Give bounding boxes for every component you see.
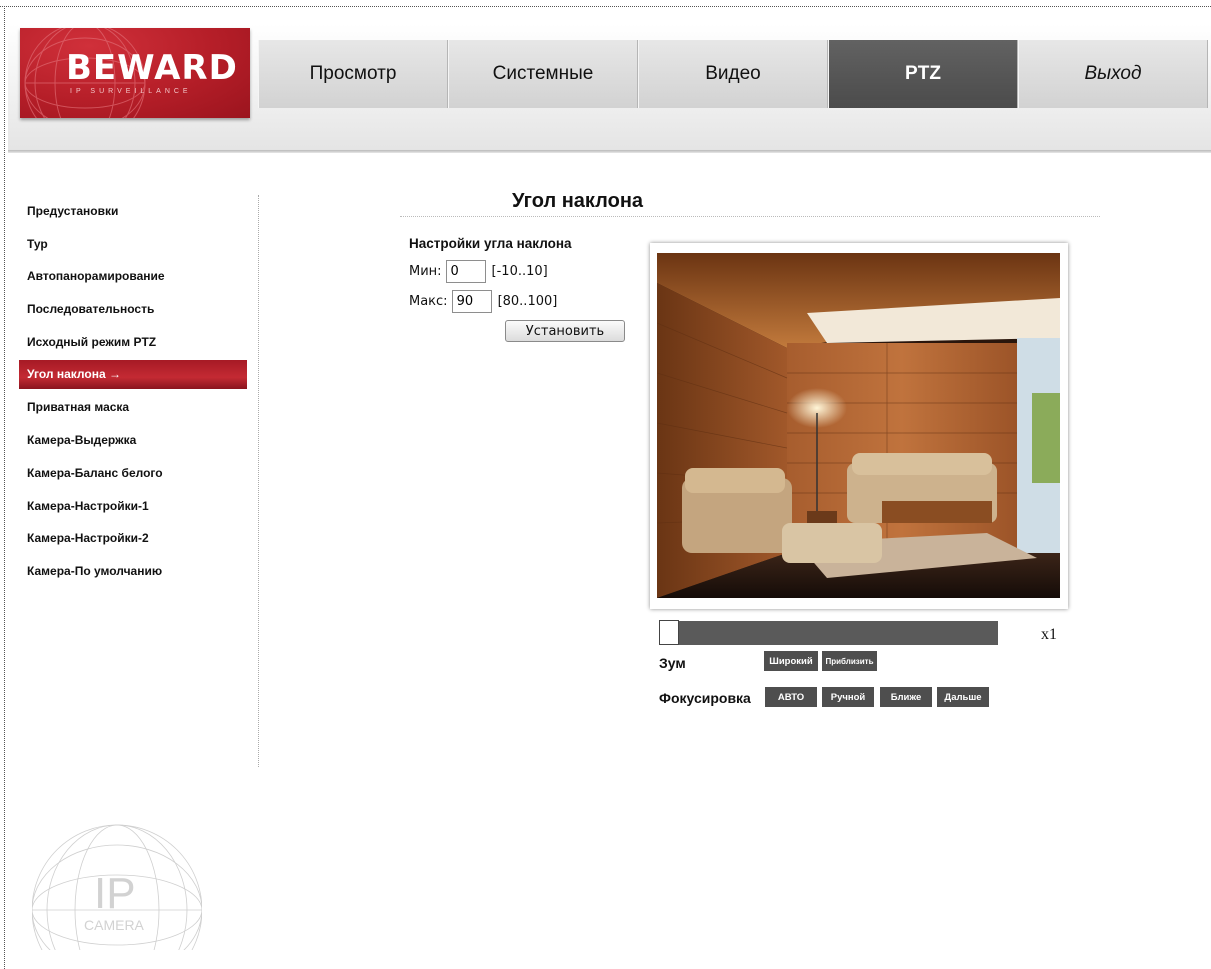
- min-row: Мин: [-10..10]: [409, 260, 548, 283]
- sidebar-item-camera-exposure[interactable]: Камера-Выдержка: [19, 424, 247, 457]
- video-preview[interactable]: [650, 243, 1068, 609]
- sidebar-item-camera-settings-1[interactable]: Камера-Настройки-1: [19, 490, 247, 523]
- zoom-in-button[interactable]: Приблизить: [822, 651, 877, 671]
- tab-view[interactable]: Просмотр: [258, 40, 448, 108]
- set-button[interactable]: Установить: [505, 320, 625, 342]
- zoom-slider-handle[interactable]: [659, 620, 679, 645]
- focus-label: Фокусировка: [659, 690, 751, 706]
- tab-logout[interactable]: Выход: [1018, 40, 1208, 108]
- focus-manual-button[interactable]: Ручной: [822, 687, 874, 707]
- focus-auto-button[interactable]: АВТО: [765, 687, 817, 707]
- sidebar-item-sequence[interactable]: Последовательность: [19, 293, 247, 326]
- zoom-level: x1: [1041, 626, 1057, 643]
- arrow-right-icon: →: [108, 367, 121, 382]
- max-range: [80..100]: [497, 294, 558, 309]
- header-rule: [8, 150, 1211, 153]
- min-label: Мин:: [409, 264, 442, 279]
- page-border: [0, 6, 1211, 7]
- page-title: Угол наклона: [512, 190, 644, 212]
- video-image: [657, 253, 1060, 598]
- tab-ptz[interactable]: PTZ: [828, 40, 1018, 108]
- min-input[interactable]: [445, 260, 486, 283]
- ip-camera-logo: IP CAMERA: [31, 820, 203, 969]
- title-divider: [400, 216, 1100, 217]
- focus-near-button[interactable]: Ближе: [880, 687, 932, 707]
- sidebar-item-ptz-home[interactable]: Исходный режим PTZ: [19, 326, 247, 359]
- min-range: [-10..10]: [491, 264, 548, 279]
- brand-tagline: IP SURVEILLANCE: [70, 88, 192, 95]
- max-label: Макс:: [409, 294, 448, 309]
- max-input[interactable]: [451, 290, 492, 313]
- sidebar: Предустановки Тур Автопанорамирование По…: [19, 195, 247, 588]
- sidebar-item-privacy-mask[interactable]: Приватная маска: [19, 391, 247, 424]
- sidebar-item-camera-white-balance[interactable]: Камера-Баланс белого: [19, 457, 247, 490]
- sidebar-item-label: Угол наклона: [27, 367, 106, 382]
- form-heading: Настройки угла наклона: [409, 236, 572, 251]
- beward-logo[interactable]: BEWARD IP SURVEILLANCE: [20, 28, 250, 118]
- focus-far-button[interactable]: Дальше: [937, 687, 989, 707]
- tab-video[interactable]: Видео: [638, 40, 828, 108]
- page-border-left: [4, 6, 5, 969]
- max-row: Макс: [80..100]: [409, 290, 557, 313]
- zoom-wide-button[interactable]: Широкий: [764, 651, 818, 671]
- ip-logo-small: CAMERA: [84, 917, 145, 933]
- sidebar-item-presets[interactable]: Предустановки: [19, 195, 247, 228]
- sidebar-item-tour[interactable]: Тур: [19, 228, 247, 261]
- zoom-label: Зум: [659, 655, 686, 671]
- sidebar-item-camera-settings-2[interactable]: Камера-Настройки-2: [19, 522, 247, 555]
- sidebar-item-tilt-angle[interactable]: Угол наклона →: [19, 360, 247, 390]
- zoom-slider[interactable]: [659, 621, 998, 645]
- sidebar-divider: [258, 195, 259, 767]
- main-nav: Просмотр Системные Видео PTZ Выход: [258, 40, 1208, 108]
- tilt-settings-form: Настройки угла наклона Мин: [-10..10] Ма…: [409, 236, 625, 342]
- tab-system[interactable]: Системные: [448, 40, 638, 108]
- ip-logo-big: IP: [94, 869, 136, 918]
- sidebar-item-autopan[interactable]: Автопанорамирование: [19, 260, 247, 293]
- sidebar-item-camera-defaults[interactable]: Камера-По умолчанию: [19, 555, 247, 588]
- brand-name: BEWARD: [66, 48, 238, 88]
